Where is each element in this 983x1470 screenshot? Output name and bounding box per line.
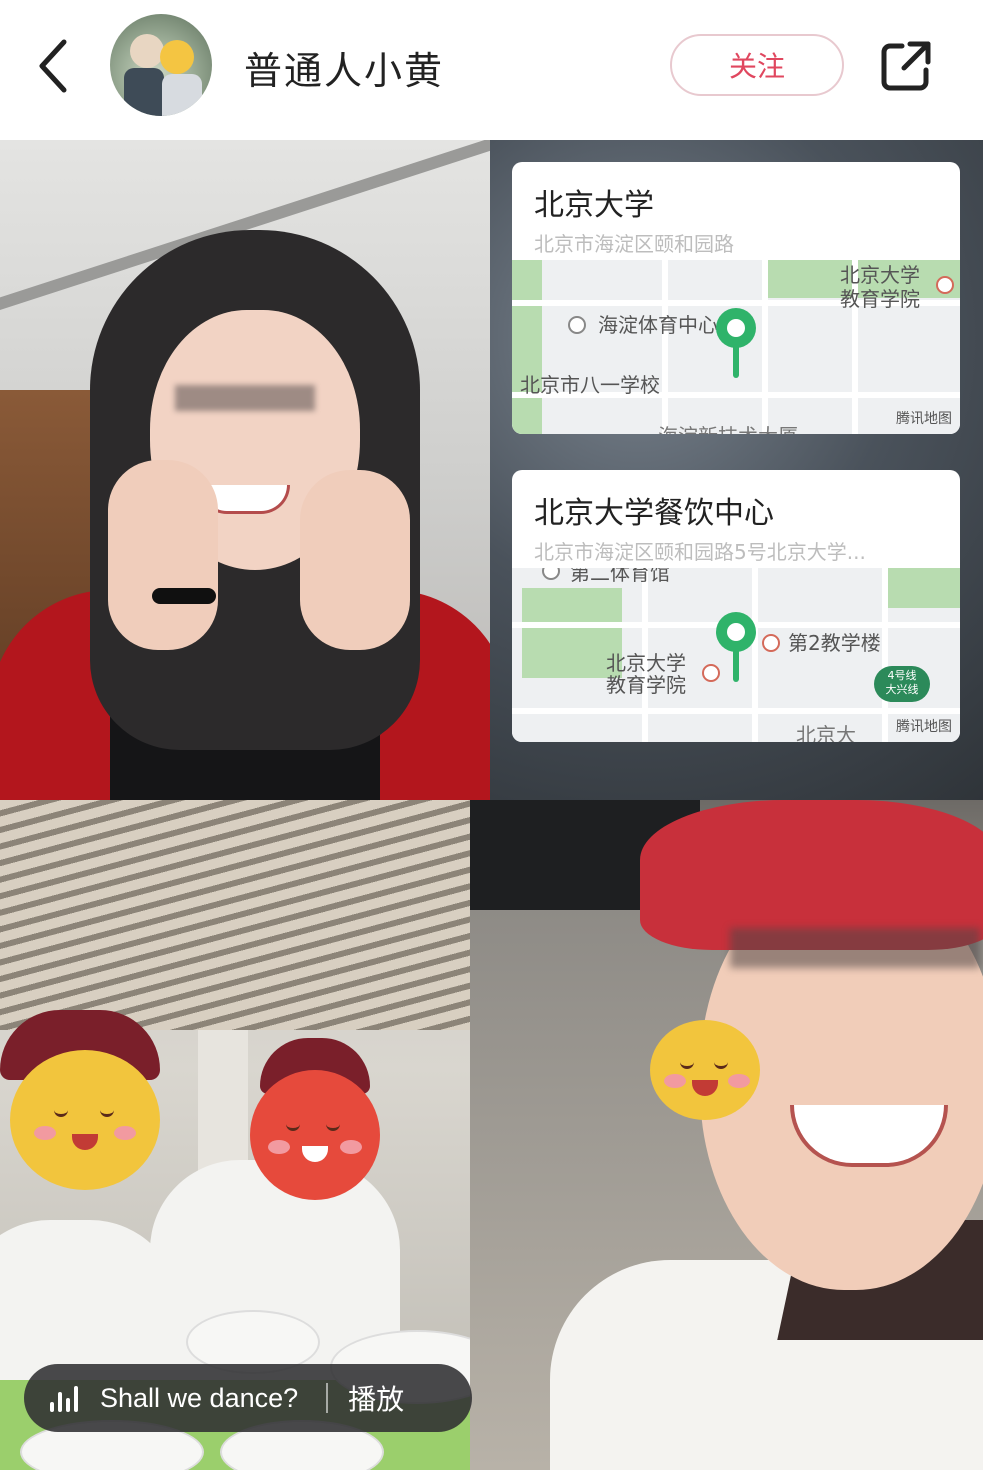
play-button[interactable]: 播放 bbox=[348, 1378, 404, 1418]
divider bbox=[326, 1383, 329, 1413]
chevron-left-icon bbox=[39, 39, 67, 93]
map-label: 第二体育馆 bbox=[570, 568, 670, 585]
poi-icon bbox=[542, 568, 560, 580]
map-provider: 腾讯地图 bbox=[896, 719, 952, 735]
map-pin-icon bbox=[716, 308, 756, 378]
sticker-emoji bbox=[650, 1020, 760, 1120]
map-label: 海淀新技术大厦 bbox=[658, 425, 798, 434]
location-address: 北京市海淀区颐和园路5号北京大学... bbox=[534, 540, 866, 564]
mosaic-blur bbox=[175, 385, 315, 411]
map-label: 北京大 bbox=[796, 723, 856, 742]
profile-header: 普通人小黄 关注 bbox=[0, 0, 983, 140]
share-external-icon bbox=[881, 41, 931, 91]
map-pin-icon bbox=[716, 612, 756, 682]
sticker-emoji bbox=[10, 1050, 160, 1190]
map-label: 北京市八一学校 bbox=[520, 373, 660, 397]
map-label: 教育学院 bbox=[606, 673, 686, 697]
username[interactable]: 普通人小黄 bbox=[244, 40, 444, 95]
map-thumbnail: 第二体育馆 第2教学楼 北京大学 教育学院 4号线 大兴线 北京大 腾讯地图 bbox=[512, 568, 960, 742]
map-label: 北京大学 bbox=[606, 651, 686, 675]
location-title: 北京大学餐饮中心 bbox=[534, 496, 774, 531]
location-card[interactable]: 北京大学 北京市海淀区颐和园路 海淀体育中心 北京大学 教育学院 北京市八一学校… bbox=[512, 162, 960, 434]
location-title: 北京大学 bbox=[534, 188, 654, 223]
poi-icon bbox=[568, 316, 586, 334]
photo-chef-selfie[interactable] bbox=[470, 800, 983, 1470]
metro-badge: 4号线 大兴线 bbox=[874, 666, 930, 702]
location-address: 北京市海淀区颐和园路 bbox=[534, 232, 734, 256]
song-title: Shall we dance? bbox=[100, 1382, 299, 1413]
photo-selfie-portrait[interactable] bbox=[0, 140, 490, 800]
map-provider: 腾讯地图 bbox=[896, 411, 952, 427]
mosaic-blur bbox=[730, 928, 980, 968]
map-label: 北京大学 bbox=[840, 263, 920, 287]
avatar[interactable] bbox=[110, 14, 212, 116]
map-label: 海淀体育中心 bbox=[598, 313, 718, 337]
poi-icon bbox=[762, 634, 780, 652]
background-music-player[interactable]: Shall we dance? 播放 bbox=[24, 1364, 472, 1432]
share-button[interactable] bbox=[878, 38, 934, 94]
location-card[interactable]: 北京大学餐饮中心 北京市海淀区颐和园路5号北京大学... 第二体育馆 第2教学楼… bbox=[512, 470, 960, 742]
poi-icon bbox=[936, 276, 954, 294]
follow-button[interactable]: 关注 bbox=[670, 34, 844, 96]
sticker-emoji bbox=[250, 1070, 380, 1200]
map-label: 教育学院 bbox=[840, 287, 920, 311]
photo-location-screenshot[interactable]: 北京大学 北京市海淀区颐和园路 海淀体育中心 北京大学 教育学院 北京市八一学校… bbox=[490, 140, 983, 800]
map-thumbnail: 海淀体育中心 北京大学 教育学院 北京市八一学校 海淀新技术大厦 腾讯地图 bbox=[512, 260, 960, 434]
map-label: 第2教学楼 bbox=[788, 631, 881, 655]
audio-bars-icon bbox=[50, 1384, 84, 1412]
back-button[interactable] bbox=[30, 36, 78, 96]
